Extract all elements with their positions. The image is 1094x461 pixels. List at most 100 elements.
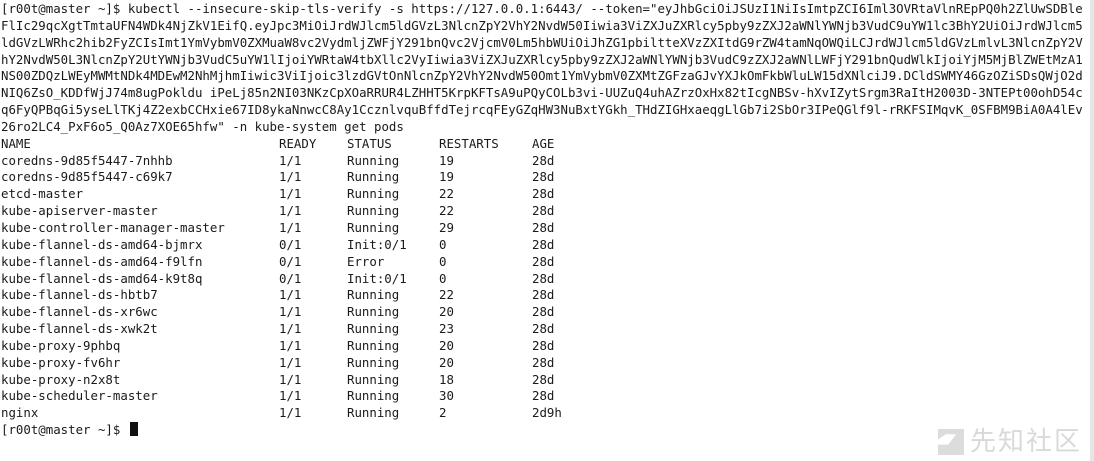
cell-restarts: 2 <box>439 405 447 421</box>
table-row: kube-flannel-ds-xwk2t 1/1 Running 23 28d <box>1 321 1088 338</box>
cell-name: kube-proxy-n2x8t <box>1 371 121 387</box>
scrollbar[interactable] <box>1090 0 1094 461</box>
terminal-window[interactable]: [r00t@master ~]$ kubectl --insecure-skip… <box>0 0 1094 461</box>
cell-ready: 1/1 <box>279 219 302 235</box>
cell-name: kube-controller-manager-master <box>1 219 225 235</box>
prompt-text: [r00t@master ~]$ <box>1 422 128 438</box>
cell-age: 28d <box>532 354 555 370</box>
cell-age: 28d <box>532 304 555 320</box>
cell-ready: 1/1 <box>279 388 302 404</box>
cell-restarts: 20 <box>439 337 454 353</box>
table-row: kube-flannel-ds-amd64-bjmrx 0/1 Init:0/1 0 2… <box>1 237 1088 254</box>
cell-age: 28d <box>532 321 555 337</box>
cell-ready: 0/1 <box>279 236 302 252</box>
cell-name: coredns-9d85f5447-7nhhb <box>1 152 173 168</box>
cell-restarts: 23 <box>439 321 454 337</box>
cell-restarts: 0 <box>439 236 447 252</box>
cell-restarts: 19 <box>439 169 454 185</box>
cell-name: kube-flannel-ds-xwk2t <box>1 321 158 337</box>
cell-restarts: 20 <box>439 354 454 370</box>
table-row: kube-proxy-fv6hr 1/1 Running 20 28d <box>1 355 1088 372</box>
cell-ready: 0/1 <box>279 253 302 269</box>
pod-list: coredns-9d85f5447-7nhhb 1/1 Running 19 28d co… <box>1 153 1088 423</box>
table-row: coredns-9d85f5447-c69k7 1/1 Running 19 28d <box>1 169 1088 186</box>
table-row: coredns-9d85f5447-7nhhb 1/1 Running 19 28d <box>1 153 1088 170</box>
header-ready: READY <box>279 135 317 151</box>
cell-restarts: 30 <box>439 388 454 404</box>
table-row: kube-flannel-ds-amd64-f9lfn 0/1 Error 0 28d <box>1 254 1088 271</box>
cell-name: kube-flannel-ds-amd64-bjmrx <box>1 236 203 252</box>
table-row: kube-flannel-ds-hbtb7 1/1 Running 22 28d <box>1 287 1088 304</box>
cell-restarts: 0 <box>439 253 447 269</box>
cell-status: Running <box>347 354 400 370</box>
header-restarts: RESTARTS <box>439 135 499 151</box>
cell-restarts: 18 <box>439 371 454 387</box>
cell-name: kube-flannel-ds-amd64-f9lfn <box>1 253 203 269</box>
header-status: STATUS <box>347 135 392 151</box>
cell-name: etcd-master <box>1 186 84 202</box>
table-row: kube-flannel-ds-amd64-k9t8q 0/1 Init:0/1 0 2… <box>1 271 1088 288</box>
cell-status: Running <box>347 152 400 168</box>
table-row: kube-scheduler-master 1/1 Running 30 28d <box>1 388 1088 405</box>
cell-ready: 1/1 <box>279 321 302 337</box>
table-row: kube-apiserver-master 1/1 Running 22 28d <box>1 203 1088 220</box>
cell-restarts: 22 <box>439 287 454 303</box>
cell-age: 28d <box>532 169 555 185</box>
cell-ready: 1/1 <box>279 405 302 421</box>
cell-status: Init:0/1 <box>347 236 407 252</box>
cell-status: Init:0/1 <box>347 270 407 286</box>
cell-name: coredns-9d85f5447-c69k7 <box>1 169 173 185</box>
cell-ready: 1/1 <box>279 304 302 320</box>
cell-ready: 1/1 <box>279 152 302 168</box>
cell-ready: 0/1 <box>279 270 302 286</box>
table-row: kube-proxy-9phbq 1/1 Running 20 28d <box>1 338 1088 355</box>
cell-restarts: 29 <box>439 219 454 235</box>
cell-status: Running <box>347 337 400 353</box>
prompt-line[interactable]: [r00t@master ~]$ <box>1 422 1088 439</box>
cell-status: Running <box>347 304 400 320</box>
cursor-block <box>129 422 138 437</box>
table-row: kube-flannel-ds-xr6wc 1/1 Running 20 28d <box>1 304 1088 321</box>
header-age: AGE <box>532 135 555 151</box>
cell-ready: 1/1 <box>279 169 302 185</box>
cell-restarts: 20 <box>439 304 454 320</box>
cell-status: Running <box>347 405 400 421</box>
header-name: NAME <box>1 135 31 151</box>
cell-status: Running <box>347 371 400 387</box>
cell-name: kube-scheduler-master <box>1 388 158 404</box>
table-row: nginx 1/1 Running 2 2d9h <box>1 405 1088 422</box>
cell-name: kube-flannel-ds-amd64-k9t8q <box>1 270 203 286</box>
cell-age: 28d <box>532 337 555 353</box>
cell-ready: 1/1 <box>279 354 302 370</box>
cell-age: 28d <box>532 253 555 269</box>
cell-restarts: 22 <box>439 186 454 202</box>
cell-restarts: 22 <box>439 203 454 219</box>
cell-status: Running <box>347 169 400 185</box>
cell-name: kube-apiserver-master <box>1 203 158 219</box>
table-header: NAME READY STATUS RESTARTS AGE <box>1 136 1088 153</box>
cell-name: kube-flannel-ds-xr6wc <box>1 304 158 320</box>
cell-age: 28d <box>532 270 555 286</box>
cell-age: 28d <box>532 152 555 168</box>
cell-ready: 1/1 <box>279 287 302 303</box>
cell-age: 28d <box>532 371 555 387</box>
cell-age: 2d9h <box>532 405 562 421</box>
cell-status: Running <box>347 388 400 404</box>
cell-status: Running <box>347 287 400 303</box>
cell-age: 28d <box>532 287 555 303</box>
cell-name: kube-proxy-9phbq <box>1 337 121 353</box>
cell-status: Running <box>347 321 400 337</box>
cell-restarts: 19 <box>439 152 454 168</box>
cell-age: 28d <box>532 186 555 202</box>
cell-age: 28d <box>532 203 555 219</box>
table-row: etcd-master 1/1 Running 22 28d <box>1 186 1088 203</box>
table-row: kube-proxy-n2x8t 1/1 Running 18 28d <box>1 372 1088 389</box>
cell-ready: 1/1 <box>279 337 302 353</box>
cell-age: 28d <box>532 236 555 252</box>
cell-age: 28d <box>532 219 555 235</box>
cell-name: nginx <box>1 405 39 421</box>
cell-name: kube-flannel-ds-hbtb7 <box>1 287 158 303</box>
cell-status: Error <box>347 253 385 269</box>
cell-age: 28d <box>532 388 555 404</box>
table-row: kube-controller-manager-master 1/1 Running… <box>1 220 1088 237</box>
